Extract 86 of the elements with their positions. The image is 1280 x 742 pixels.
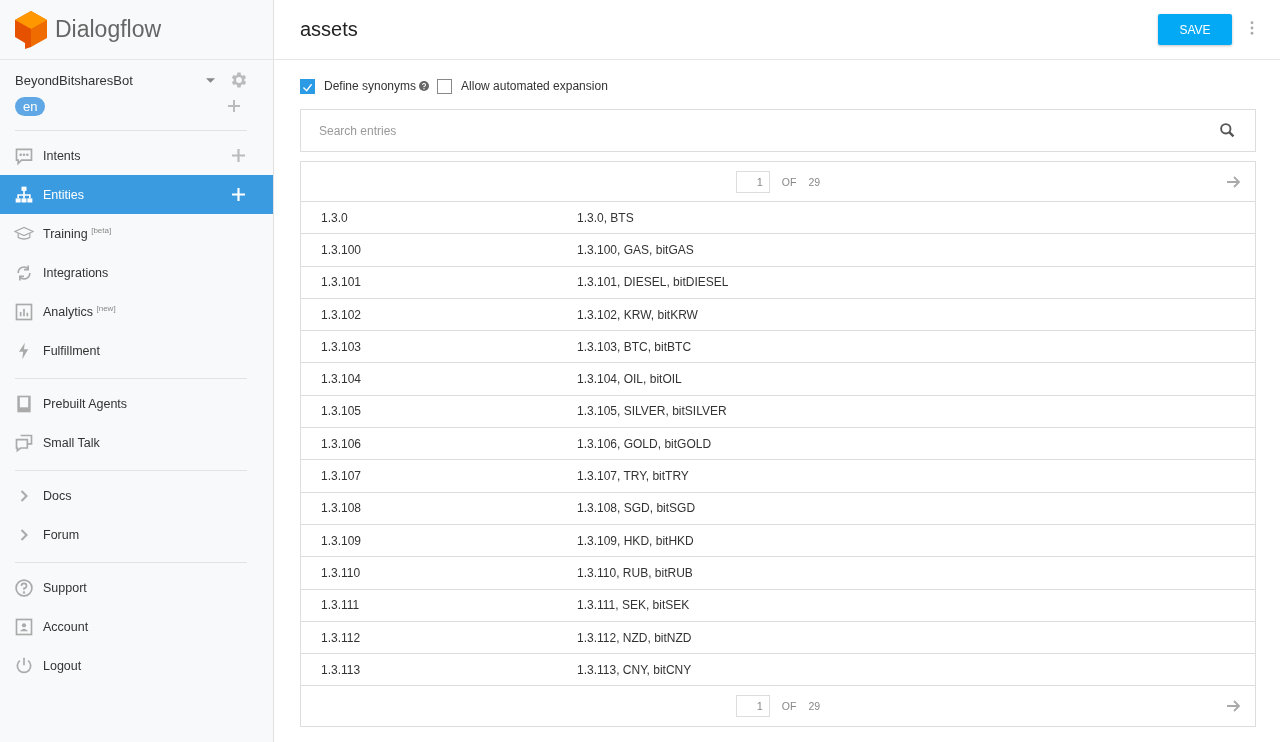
sidebar-item[interactable]: Training $^{[beta]}$ [0,214,273,253]
sidebar-item-label: Entities [43,187,85,202]
bar-chart-icon [14,301,34,322]
chat-bubbles-icon [14,432,34,453]
search-icon[interactable] [1219,122,1236,139]
sidebar-item-label: Account [43,619,90,634]
book-icon [14,393,34,414]
entry-value: 1.3.105 [320,404,363,419]
entry-value: 1.3.108 [320,501,363,516]
entry-synonyms: 1.3.104, OIL, bitOIL [577,372,683,387]
entry-synonyms: 1.3.0, BTS [577,210,635,225]
sidebar-item-label: Prebuilt Agents [43,396,129,411]
sidebar-item[interactable]: Intents [0,136,273,175]
sidebar-item[interactable]: Forum [0,515,273,554]
sidebar-item[interactable]: Support [0,568,273,607]
entry-synonyms: 1.3.112, NZD, bitNZD [577,630,693,645]
entry-synonyms: 1.3.103, BTC, bitBTC [577,339,693,354]
next-page-arrow-icon[interactable] [1227,175,1241,188]
entry-value: 1.3.104 [320,372,363,387]
sidebar-item-label: Analytics $^{[new]}$ [43,303,117,320]
sidebar-item[interactable]: Account [0,607,273,646]
entry-synonyms: 1.3.107, TRY, bitTRY [577,469,690,483]
more-options-icon[interactable] [1250,20,1254,35]
entry-value: 1.3.0 [320,210,349,225]
sidebar-item[interactable]: Analytics $^{[new]}$ [0,292,273,331]
page-total: 29 [808,175,821,188]
search-field[interactable]: Search entries [300,109,1256,152]
entry-synonyms: 1.3.102, KRW, bitKRW [577,307,699,322]
sidebar-item-label: Integrations [43,265,110,280]
entry-value: 1.3.101 [320,275,363,290]
sidebar-item[interactable]: Docs [0,476,273,515]
entry-value: 1.3.107 [320,469,363,483]
entry-value: 1.3.113 [320,662,362,677]
sidebar-item-label: Docs [43,488,73,503]
pager-label: OF [781,700,797,713]
sidebar-item[interactable]: Integrations [0,253,273,292]
help-icon[interactable] [419,81,430,91]
page-total: 29 [808,700,821,713]
sidebar-item[interactable]: Small Talk [0,423,273,462]
checkbox[interactable] [437,78,453,94]
caret-icon[interactable] [206,77,215,83]
entry-synonyms: 1.3.113, CNY, bitCNY [577,662,693,677]
sidebar-item-label: Fulfillment [43,343,101,358]
entry-synonyms: 1.3.101, DIESEL, bitDIESEL [577,275,730,290]
entry-value: 1.3.106 [320,436,363,451]
settings-icon[interactable] [229,70,249,90]
entry-value: 1.3.102 [320,307,363,322]
entry-synonyms: 1.3.108, SGD, bitSGD [577,501,697,516]
checkbox[interactable] [300,78,315,94]
entry-synonyms: 1.3.110, RUB, bitRUB [577,565,694,580]
logo-icon [15,10,47,49]
entry-synonyms: 1.3.111, SEK, bitSEK [577,598,691,613]
sidebar-item[interactable]: Fulfillment [0,331,273,370]
agent-name[interactable]: BeyondBitsharesBot [15,72,206,88]
add-icon[interactable] [228,100,240,112]
sidebar-item[interactable]: Logout [0,646,273,685]
person-icon [14,616,34,637]
entry-synonyms: 1.3.106, GOLD, bitGOLD [577,436,713,451]
logo-text: Dialogflow [55,16,162,43]
pager-label: OF [781,175,797,188]
sidebar-item-label: Training $^{[beta]}$ [43,225,113,242]
entry-value: 1.3.112 [320,630,362,645]
sidebar-item[interactable]: Prebuilt Agents [0,384,273,423]
sidebar-item-label: Small Talk [43,435,101,450]
help-icon [14,577,34,598]
sidebar-item-label: Logout [43,658,83,673]
checkbox-label[interactable]: Define synonyms [324,79,417,93]
entry-synonyms: 1.3.105, SILVER, bitSILVER [577,404,728,419]
page-number-field[interactable]: 1 [735,695,770,718]
entry-value: 1.3.109 [320,533,363,548]
hierarchy-icon [14,184,34,205]
entry-value: 1.3.110 [320,565,362,580]
page-title: assets [300,18,359,41]
page-number-field[interactable]: 1 [735,170,770,193]
next-page-arrow-icon[interactable] [1227,700,1241,713]
sidebar-item-label: Forum [43,527,81,542]
entry-value: 1.3.111 [320,598,361,613]
entry-value: 1.3.103 [320,339,363,354]
sidebar-item-label: Intents [43,148,82,163]
power-icon [14,655,34,676]
entry-synonyms: 1.3.100, GAS, bitGAS [577,242,695,257]
add-icon[interactable] [232,149,245,162]
checkbox-label[interactable]: Allow automated expansion [461,79,608,93]
entry-synonyms: 1.3.109, HKD, bitHKD [577,533,695,548]
entry-value: 1.3.100 [320,242,363,257]
sidebar-item-label: Support [43,580,88,595]
